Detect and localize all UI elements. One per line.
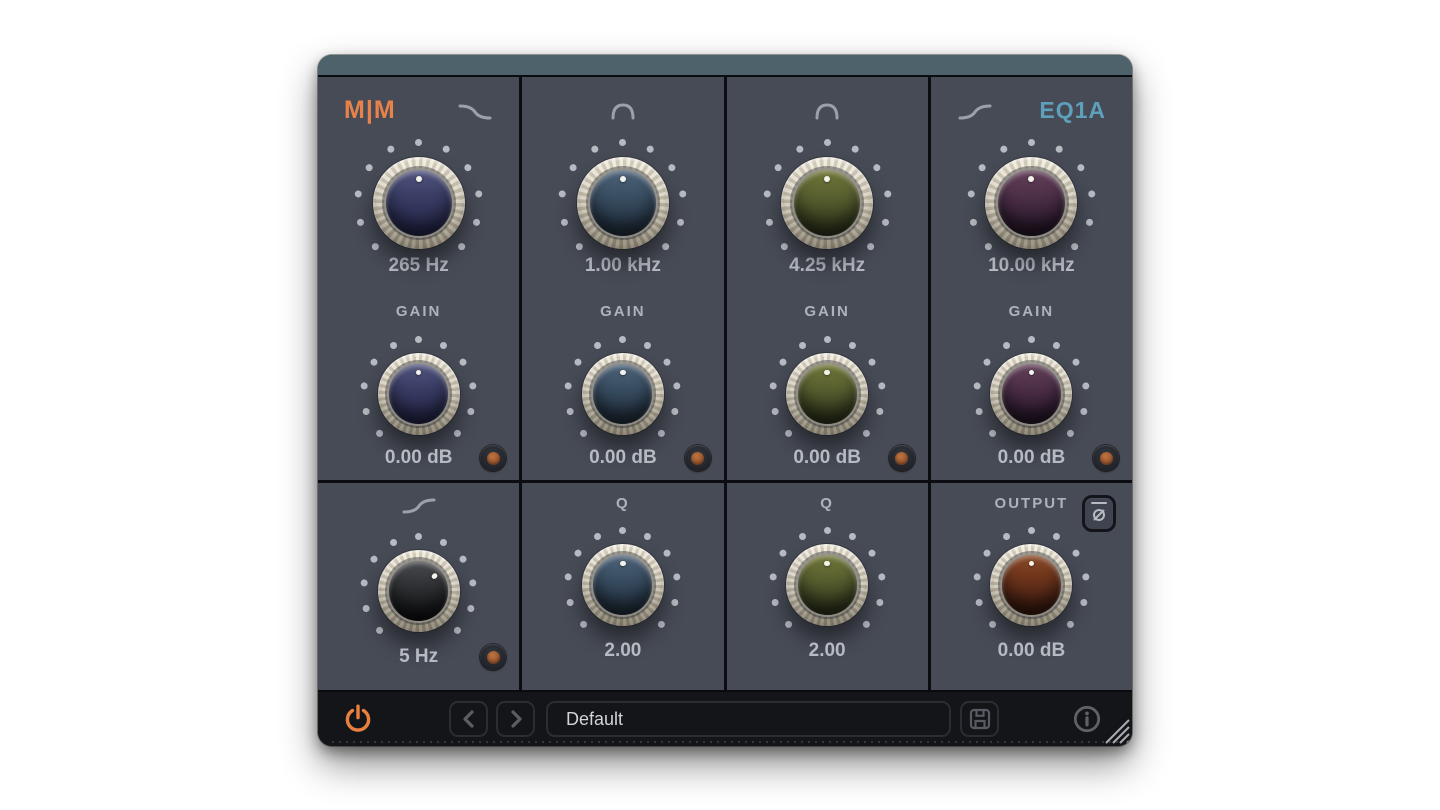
preset-prev-button[interactable] xyxy=(449,701,488,737)
gain-label: GAIN xyxy=(318,303,519,321)
gain-knob[interactable] xyxy=(582,353,664,435)
q-knob[interactable] xyxy=(582,544,664,626)
band-active-led[interactable] xyxy=(685,445,711,471)
freq-knob[interactable] xyxy=(781,157,873,249)
band-low: M|M 265 Hz GAIN xyxy=(318,77,519,690)
info-button[interactable] xyxy=(1073,705,1101,733)
chevron-right-icon xyxy=(507,708,525,730)
q-label: Q xyxy=(727,495,928,513)
freq-value: 10.00 kHz xyxy=(931,255,1132,277)
gain-knob[interactable] xyxy=(990,353,1072,435)
q-value: 2.00 xyxy=(604,640,641,662)
chevron-left-icon xyxy=(460,708,478,730)
knob-indicator xyxy=(620,176,626,182)
freq-value: 1.00 kHz xyxy=(522,255,723,277)
highpass-icon xyxy=(401,495,437,517)
knob-indicator xyxy=(620,370,625,375)
preset-name-field[interactable]: Default xyxy=(546,701,951,737)
gain-knob[interactable] xyxy=(786,353,868,435)
q-knob[interactable] xyxy=(786,544,868,626)
output-value: 0.00 dB xyxy=(998,640,1066,662)
window-top-strip xyxy=(318,55,1132,75)
bell-icon xyxy=(813,101,841,123)
q-label: Q xyxy=(522,495,723,513)
knob-indicator xyxy=(620,561,625,566)
knob-indicator xyxy=(431,573,439,581)
freq-value: 265 Hz xyxy=(318,255,519,277)
knob-indicator xyxy=(824,561,829,566)
band-active-led[interactable] xyxy=(480,445,506,471)
gain-knob[interactable] xyxy=(378,353,460,435)
phase-invert-icon xyxy=(1090,506,1108,524)
gain-label: GAIN xyxy=(727,303,928,321)
resize-grip[interactable] xyxy=(1104,718,1130,744)
freq-value: 4.25 kHz xyxy=(727,255,928,277)
shelf-cut-icon xyxy=(457,101,493,123)
knob-indicator xyxy=(1028,176,1034,182)
freq-knob[interactable] xyxy=(577,157,669,249)
freq-knob[interactable] xyxy=(985,157,1077,249)
knob-indicator xyxy=(824,370,829,375)
eq1a-plugin-window: M|M 265 Hz GAIN xyxy=(318,55,1132,746)
footer-bar: Default xyxy=(318,690,1132,746)
shelf-boost-icon xyxy=(957,101,993,123)
output-gain-knob[interactable] xyxy=(990,544,1072,626)
save-preset-button[interactable] xyxy=(960,701,999,737)
band-low-mid: 1.00 kHz GAIN 0.00 dB Q xyxy=(522,77,723,690)
gain-label: GAIN xyxy=(931,303,1132,321)
phase-overline xyxy=(1091,502,1107,504)
knob-indicator xyxy=(416,176,422,182)
gain-value: 0.00 dB xyxy=(998,447,1066,469)
gain-value: 0.00 dB xyxy=(385,447,453,469)
knob-indicator xyxy=(824,176,830,182)
resize-grip-icon xyxy=(1104,718,1130,744)
gain-value: 0.00 dB xyxy=(589,447,657,469)
gain-label: GAIN xyxy=(522,303,723,321)
knob-indicator xyxy=(1029,370,1034,375)
knob-indicator xyxy=(416,370,421,375)
band-active-led[interactable] xyxy=(1093,445,1119,471)
hpf-active-led[interactable] xyxy=(480,644,506,670)
info-icon xyxy=(1073,705,1101,733)
screenshot-stage: M|M 265 Hz GAIN xyxy=(0,0,1440,810)
gain-value: 0.00 dB xyxy=(793,447,861,469)
save-icon xyxy=(968,707,992,731)
band-high: EQ1A 10.00 kHz GAIN 0.00 dB xyxy=(931,77,1132,690)
eq-bands-panel: M|M 265 Hz GAIN xyxy=(318,75,1132,690)
bell-icon xyxy=(609,101,637,123)
phase-invert-button[interactable] xyxy=(1082,495,1116,532)
knob-indicator xyxy=(1029,561,1034,566)
band-high-mid: 4.25 kHz GAIN 0.00 dB Q xyxy=(727,77,928,690)
power-button[interactable] xyxy=(341,702,375,736)
hpf-freq-knob[interactable] xyxy=(378,550,460,632)
freq-knob[interactable] xyxy=(373,157,465,249)
band-active-led[interactable] xyxy=(889,445,915,471)
power-icon xyxy=(341,702,375,736)
hpf-freq-value: 5 Hz xyxy=(399,646,438,668)
preset-next-button[interactable] xyxy=(496,701,535,737)
model-name: EQ1A xyxy=(1039,97,1106,123)
q-value: 2.00 xyxy=(809,640,846,662)
brand-logo: M|M xyxy=(344,97,396,123)
